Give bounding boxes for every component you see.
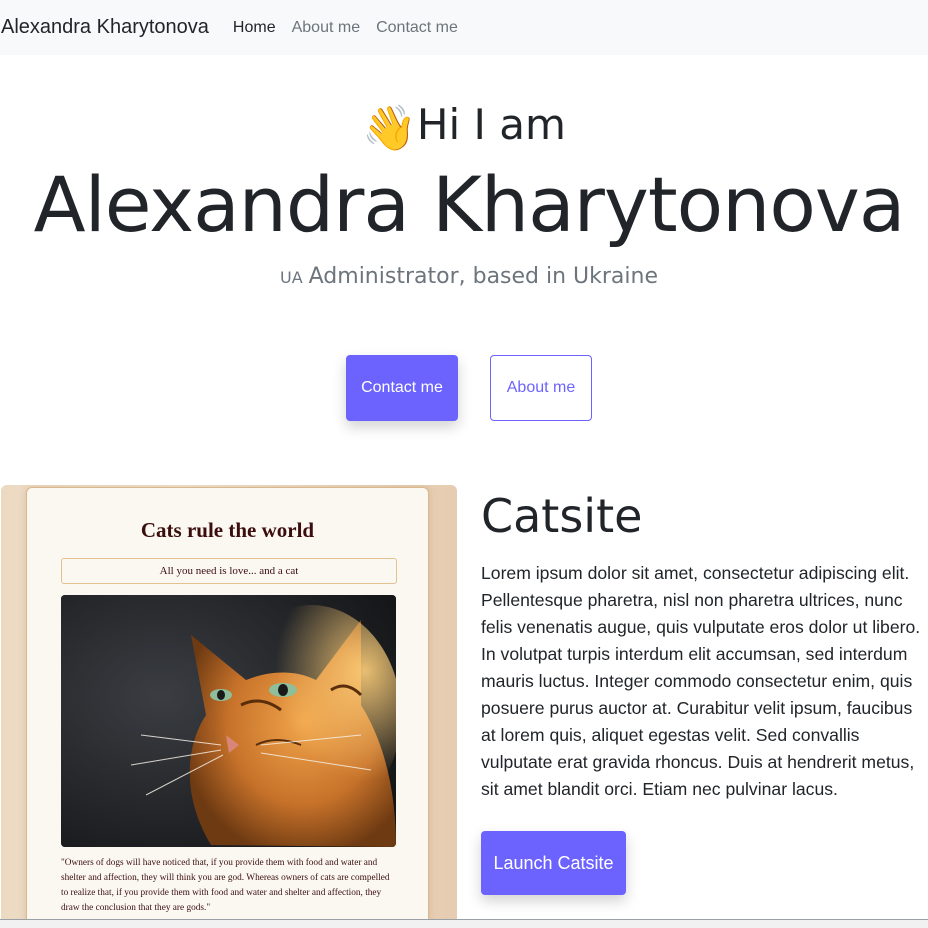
contact-me-button[interactable]: Contact me	[346, 355, 458, 421]
project-preview-image: Cats rule the world All you need is love…	[1, 485, 457, 925]
nav-link-home[interactable]: Home	[233, 19, 276, 37]
waving-hand-icon: 👋	[362, 103, 417, 154]
launch-catsite-button[interactable]: Launch Catsite	[481, 831, 626, 895]
subtitle-text: Administrator, based in Ukraine	[308, 264, 659, 289]
window-bottom-edge	[0, 919, 928, 928]
ukraine-flag-icon: UA	[279, 268, 303, 287]
nav-link-about[interactable]: About me	[292, 19, 360, 37]
preview-title: Cats rule the world	[140, 518, 315, 542]
nav-link-contact[interactable]: Contact me	[376, 19, 458, 37]
hero-name: Alexandra Kharytonova	[33, 160, 906, 249]
about-me-button[interactable]: About me	[490, 355, 592, 421]
cat-photo	[61, 595, 396, 847]
preview-quote: "Owners of dogs will have noticed that, …	[61, 858, 390, 913]
project-title: Catsite	[481, 489, 643, 543]
greeting-text: Hi I am	[416, 100, 566, 149]
preview-page: Cats rule the world All you need is love…	[26, 487, 429, 925]
hero-greeting: 👋Hi I am	[0, 100, 928, 154]
navbar-brand[interactable]: Alexandra Kharytonova	[1, 16, 209, 39]
hero-subtitle: UA Administrator, based in Ukraine	[0, 264, 928, 289]
project-description: Lorem ipsum dolor sit amet, consectetur …	[481, 563, 921, 799]
preview-tagline: All you need is love... and a cat	[61, 558, 397, 584]
navbar: Alexandra Kharytonova Home About me Cont…	[0, 0, 928, 55]
